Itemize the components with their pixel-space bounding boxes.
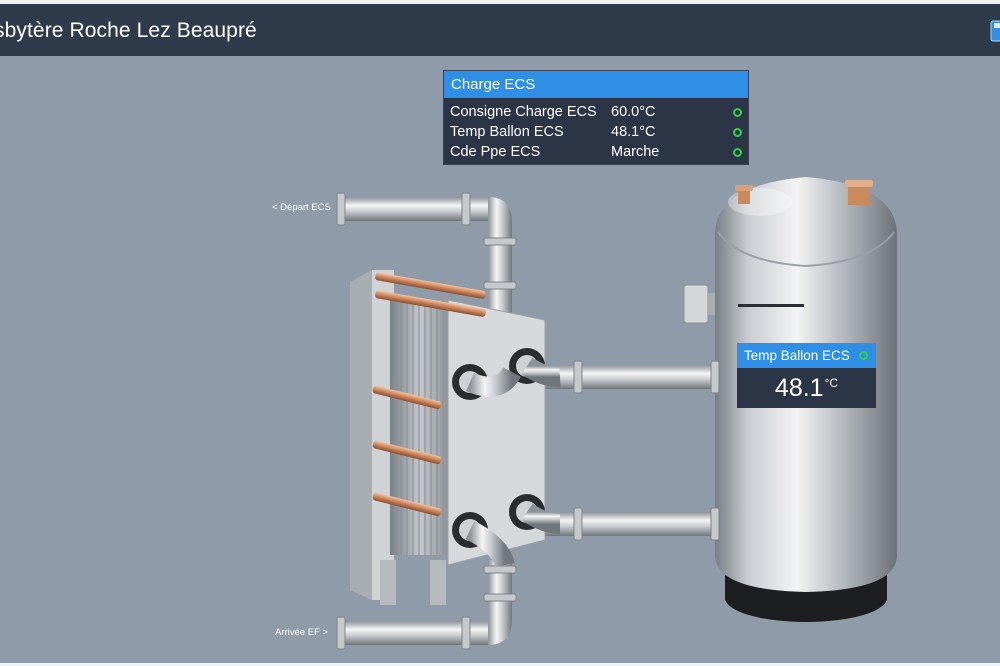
arrivee-ef-label: Arrivée EF > <box>275 627 329 638</box>
temperature-unit: °C <box>824 376 839 390</box>
tile-title-text: Temp Ballon ECS <box>744 348 850 363</box>
row-value: 60.0°C <box>611 104 656 120</box>
status-ok-icon <box>733 128 742 137</box>
row-value: Marche <box>611 144 660 160</box>
status-ok-icon <box>733 108 742 117</box>
temperature-value: 48.1 <box>774 374 824 402</box>
row-label: Temp Ballon ECS <box>450 124 564 140</box>
charge-ecs-panel[interactable]: Charge ECS Consigne Charge ECS 60.0°C Te… <box>443 70 749 165</box>
tile-value: 48.1°C <box>737 374 876 403</box>
status-ok-icon <box>733 148 742 157</box>
consigne-charge-row: Consigne Charge ECS 60.0°C <box>444 102 748 122</box>
tile-title: Temp Ballon ECS <box>737 343 876 368</box>
row-label: Consigne Charge ECS <box>450 104 597 120</box>
depart-ecs-label: < Départ ECS <box>272 202 331 213</box>
plate-heat-exchanger <box>350 270 561 605</box>
cde-ppe-row: Cde Ppe ECS Marche <box>444 142 748 162</box>
charge-ecs-panel-title: Charge ECS <box>444 71 748 98</box>
row-value: 48.1°C <box>611 124 656 140</box>
temp-ballon-row: Temp Ballon ECS 48.1°C <box>444 122 748 142</box>
status-ok-icon <box>859 351 868 360</box>
row-label: Cde Ppe ECS <box>450 144 541 160</box>
temp-ballon-tile[interactable]: Temp Ballon ECS 48.1°C <box>737 343 876 408</box>
